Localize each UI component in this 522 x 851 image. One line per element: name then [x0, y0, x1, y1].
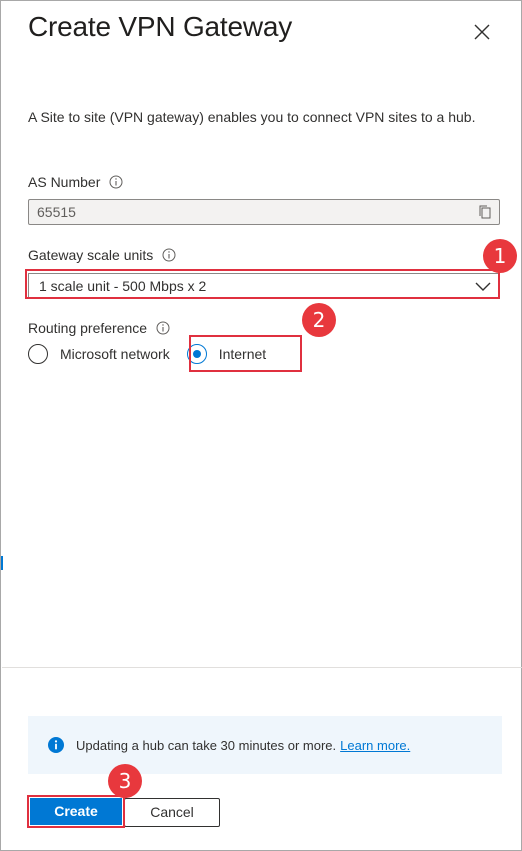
- as-number-value: 65515: [37, 204, 76, 220]
- routing-label: Routing preference: [28, 320, 148, 336]
- radio-label-microsoft-network: Microsoft network: [60, 346, 170, 362]
- radio-microsoft-network[interactable]: Microsoft network: [28, 344, 170, 364]
- learn-more-link[interactable]: Learn more.: [340, 738, 410, 753]
- info-filled-icon: [48, 737, 64, 753]
- gateway-scale-label-row: Gateway scale units: [28, 247, 176, 263]
- as-number-field: 65515: [28, 199, 500, 225]
- highlight-box-step3: [27, 795, 125, 828]
- close-icon[interactable]: [471, 21, 493, 43]
- as-number-label: AS Number: [28, 174, 101, 190]
- description-text: A Site to site (VPN gateway) enables you…: [28, 109, 476, 125]
- edge-scroll-marker: [1, 556, 3, 570]
- highlight-box-step1: [25, 269, 500, 299]
- radio-circle[interactable]: [28, 344, 48, 364]
- cancel-button[interactable]: Cancel: [124, 798, 220, 827]
- copy-icon[interactable]: [478, 205, 492, 219]
- info-icon[interactable]: [156, 321, 170, 335]
- info-icon[interactable]: [109, 175, 123, 189]
- vpn-gateway-panel: Create VPN Gateway A Site to site (VPN g…: [0, 0, 522, 851]
- step-badge-1: 1: [483, 239, 517, 273]
- info-icon[interactable]: [162, 248, 176, 262]
- routing-label-row: Routing preference: [28, 320, 170, 336]
- info-notice: Updating a hub can take 30 minutes or mo…: [28, 716, 502, 774]
- gateway-scale-label: Gateway scale units: [28, 247, 154, 263]
- highlight-box-step2: [189, 335, 302, 372]
- step-badge-2: 2: [302, 303, 336, 337]
- page-title: Create VPN Gateway: [28, 11, 293, 42]
- footer-divider: [2, 667, 522, 668]
- step-badge-3: 3: [108, 764, 142, 798]
- as-number-label-row: AS Number: [28, 174, 123, 190]
- notice-text: Updating a hub can take 30 minutes or mo…: [76, 737, 337, 753]
